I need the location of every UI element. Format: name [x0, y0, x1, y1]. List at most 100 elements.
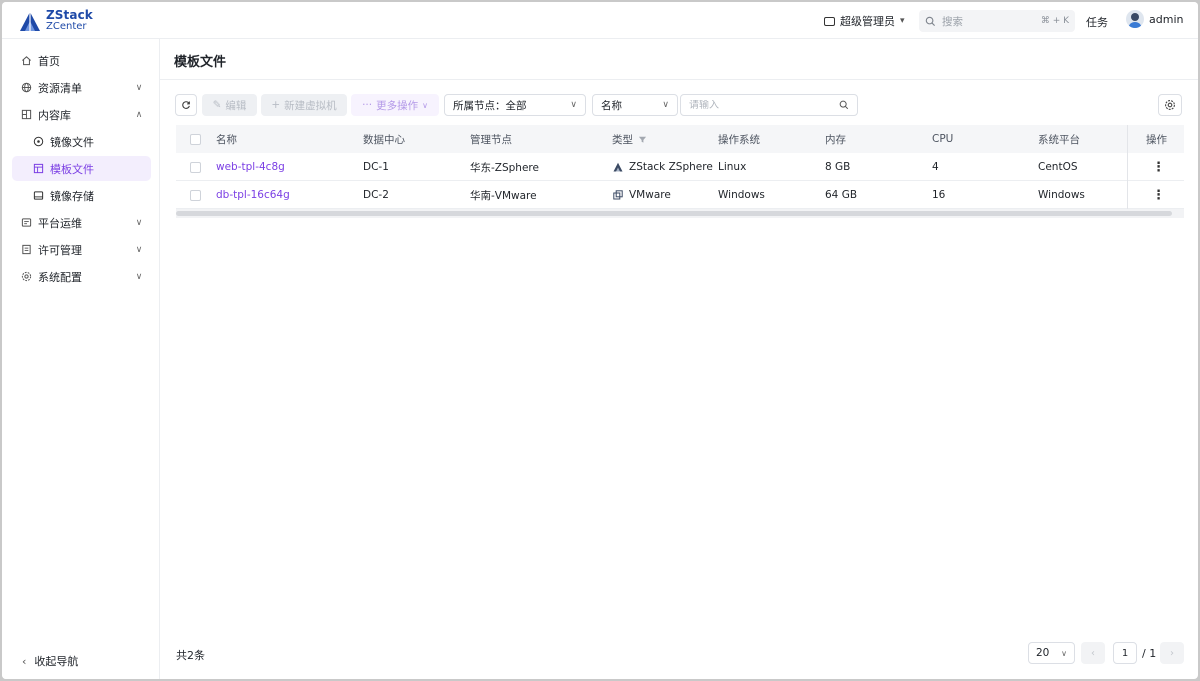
license-icon	[21, 244, 32, 255]
current-page-input[interactable]: 1	[1113, 642, 1137, 664]
main-content: 模板文件 ✎ 编辑 + 新建虚拟机 ··· 更多操作 ∨ 所属节点：全部 ∨ 名…	[160, 39, 1198, 679]
chevron-right-icon: ›	[1170, 647, 1174, 659]
chevron-down-icon: ∨	[135, 217, 143, 228]
table-header: 名称 数据中心 管理节点 类型 操作系统 内存 CPU 系统平台 操作	[176, 125, 1184, 153]
role-label: 超级管理员	[840, 15, 895, 28]
chevron-down-icon: ▾	[900, 16, 905, 26]
node-filter-select[interactable]: 所属节点：全部 ∨	[444, 94, 586, 116]
column-header-node[interactable]: 管理节点	[470, 125, 512, 153]
more-actions-button[interactable]: ··· 更多操作 ∨	[351, 94, 439, 116]
template-name-link[interactable]: web-tpl-4c8g	[216, 153, 285, 181]
avatar	[1126, 10, 1144, 28]
cell-type: ZStack ZSphere	[612, 153, 713, 181]
zstack-zsphere-icon	[612, 162, 623, 173]
table-row: db-tpl-16c64g DC-2 华南-VMware VMware Wind…	[176, 181, 1184, 209]
role-icon	[824, 16, 835, 26]
edit-icon: ✎	[212, 99, 222, 111]
cell-memory: 64 GB	[825, 189, 858, 201]
cell-memory: 8 GB	[825, 161, 851, 173]
node-filter-value: 所属节点：全部	[453, 99, 527, 112]
cell-datacenter: DC-2	[363, 189, 389, 201]
cell-cpu: 4	[932, 161, 939, 173]
filter-icon[interactable]	[638, 135, 647, 144]
sidebar-item-system-config[interactable]: 系统配置 ∨	[12, 264, 151, 289]
column-header-platform[interactable]: 系统平台	[1038, 125, 1080, 153]
tasks-link[interactable]: 任务	[1086, 14, 1108, 30]
column-header-name[interactable]: 名称	[216, 125, 237, 153]
cell-node: 华东-ZSphere	[470, 161, 539, 174]
search-field-select[interactable]: 名称 ∨	[592, 94, 678, 116]
template-name-link[interactable]: db-tpl-16c64g	[216, 181, 290, 209]
search-field-value: 名称	[601, 99, 622, 112]
app-window: ZStack ZCenter 超级管理员 ▾ 搜索 ⌘ + K 任务 admin	[2, 2, 1198, 679]
chevron-left-icon: ‹	[22, 654, 27, 668]
brand-logo[interactable]: ZStack ZCenter	[18, 8, 93, 34]
collapse-nav-button[interactable]: ‹ 收起导航	[22, 653, 78, 669]
template-icon	[33, 163, 44, 174]
page-title: 模板文件	[174, 55, 227, 70]
user-name: admin	[1149, 12, 1184, 26]
collapse-nav-label: 收起导航	[34, 655, 79, 668]
chevron-down-icon: ∨	[662, 100, 669, 110]
column-header-type[interactable]: 类型	[612, 125, 647, 153]
search-placeholder: 搜索	[942, 15, 963, 28]
sidebar-item-content-library[interactable]: 内容库 ∧	[12, 102, 151, 127]
home-icon	[21, 55, 32, 66]
sidebar-item-license[interactable]: 许可管理 ∨	[12, 237, 151, 262]
total-pages: / 1	[1142, 647, 1157, 660]
page-size-select[interactable]: 20 ∨	[1028, 642, 1075, 664]
column-header-cpu[interactable]: CPU	[932, 125, 953, 153]
keyword-input[interactable]	[689, 99, 839, 111]
brand-product: ZCenter	[46, 21, 87, 32]
new-vm-button[interactable]: + 新建虚拟机	[261, 94, 347, 116]
image-file-icon	[33, 136, 44, 147]
cell-cpu: 16	[932, 189, 946, 201]
cell-os: Linux	[718, 161, 747, 173]
horizontal-scrollbar[interactable]	[176, 211, 1172, 216]
total-count: 共2条	[176, 649, 205, 662]
refresh-icon	[182, 101, 190, 109]
sidebar-item-image-storage[interactable]: 镜像存储	[12, 183, 151, 208]
row-checkbox[interactable]	[190, 161, 201, 173]
edit-button[interactable]: ✎ 编辑	[202, 94, 257, 116]
sidebar-item-templates[interactable]: 模板文件	[12, 156, 151, 181]
table-settings-button[interactable]	[1158, 94, 1182, 116]
chevron-down-icon: ∨	[135, 82, 143, 93]
chevron-up-icon: ∧	[135, 109, 143, 120]
actions-column-divider	[1127, 125, 1184, 211]
search-icon[interactable]	[839, 100, 849, 110]
gear-icon	[21, 271, 32, 282]
cell-datacenter: DC-1	[363, 161, 389, 173]
cell-platform: Windows	[1038, 189, 1085, 201]
keyword-search	[680, 94, 858, 116]
user-menu[interactable]: admin	[1126, 10, 1183, 28]
chevron-down-icon: ∨	[1061, 648, 1067, 658]
global-search[interactable]: 搜索 ⌘ + K	[919, 10, 1075, 32]
select-all-checkbox[interactable]	[190, 133, 201, 145]
sidebar-item-platform-ops[interactable]: 平台运维 ∨	[12, 210, 151, 235]
vmware-icon	[612, 190, 623, 201]
storage-icon	[33, 190, 44, 201]
column-header-memory[interactable]: 内存	[825, 125, 846, 153]
cell-node: 华南-VMware	[470, 189, 537, 202]
ops-icon	[21, 217, 32, 228]
plus-icon: +	[271, 99, 281, 111]
column-header-os[interactable]: 操作系统	[718, 125, 760, 153]
zstack-logo-icon	[20, 12, 40, 31]
chevron-down-icon: ∨	[570, 100, 577, 110]
cell-type: VMware	[612, 181, 671, 209]
sidebar-item-home[interactable]: 首页	[12, 48, 151, 73]
sidebar-item-images[interactable]: 镜像文件	[12, 129, 151, 154]
chevron-down-icon: ∨	[422, 100, 428, 110]
sidebar-item-resources[interactable]: 资源清单 ∨	[12, 75, 151, 100]
row-checkbox[interactable]	[190, 189, 201, 201]
cell-platform: CentOS	[1038, 161, 1078, 173]
prev-page-button[interactable]: ‹	[1081, 642, 1105, 664]
refresh-button[interactable]	[175, 94, 197, 116]
role-switcher[interactable]: 超级管理员 ▾	[824, 12, 905, 30]
cell-os: Windows	[718, 189, 765, 201]
next-page-button[interactable]: ›	[1160, 642, 1184, 664]
top-bar: ZStack ZCenter 超级管理员 ▾ 搜索 ⌘ + K 任务 admin	[2, 2, 1198, 39]
chevron-down-icon: ∨	[135, 271, 143, 282]
column-header-datacenter[interactable]: 数据中心	[363, 125, 405, 153]
